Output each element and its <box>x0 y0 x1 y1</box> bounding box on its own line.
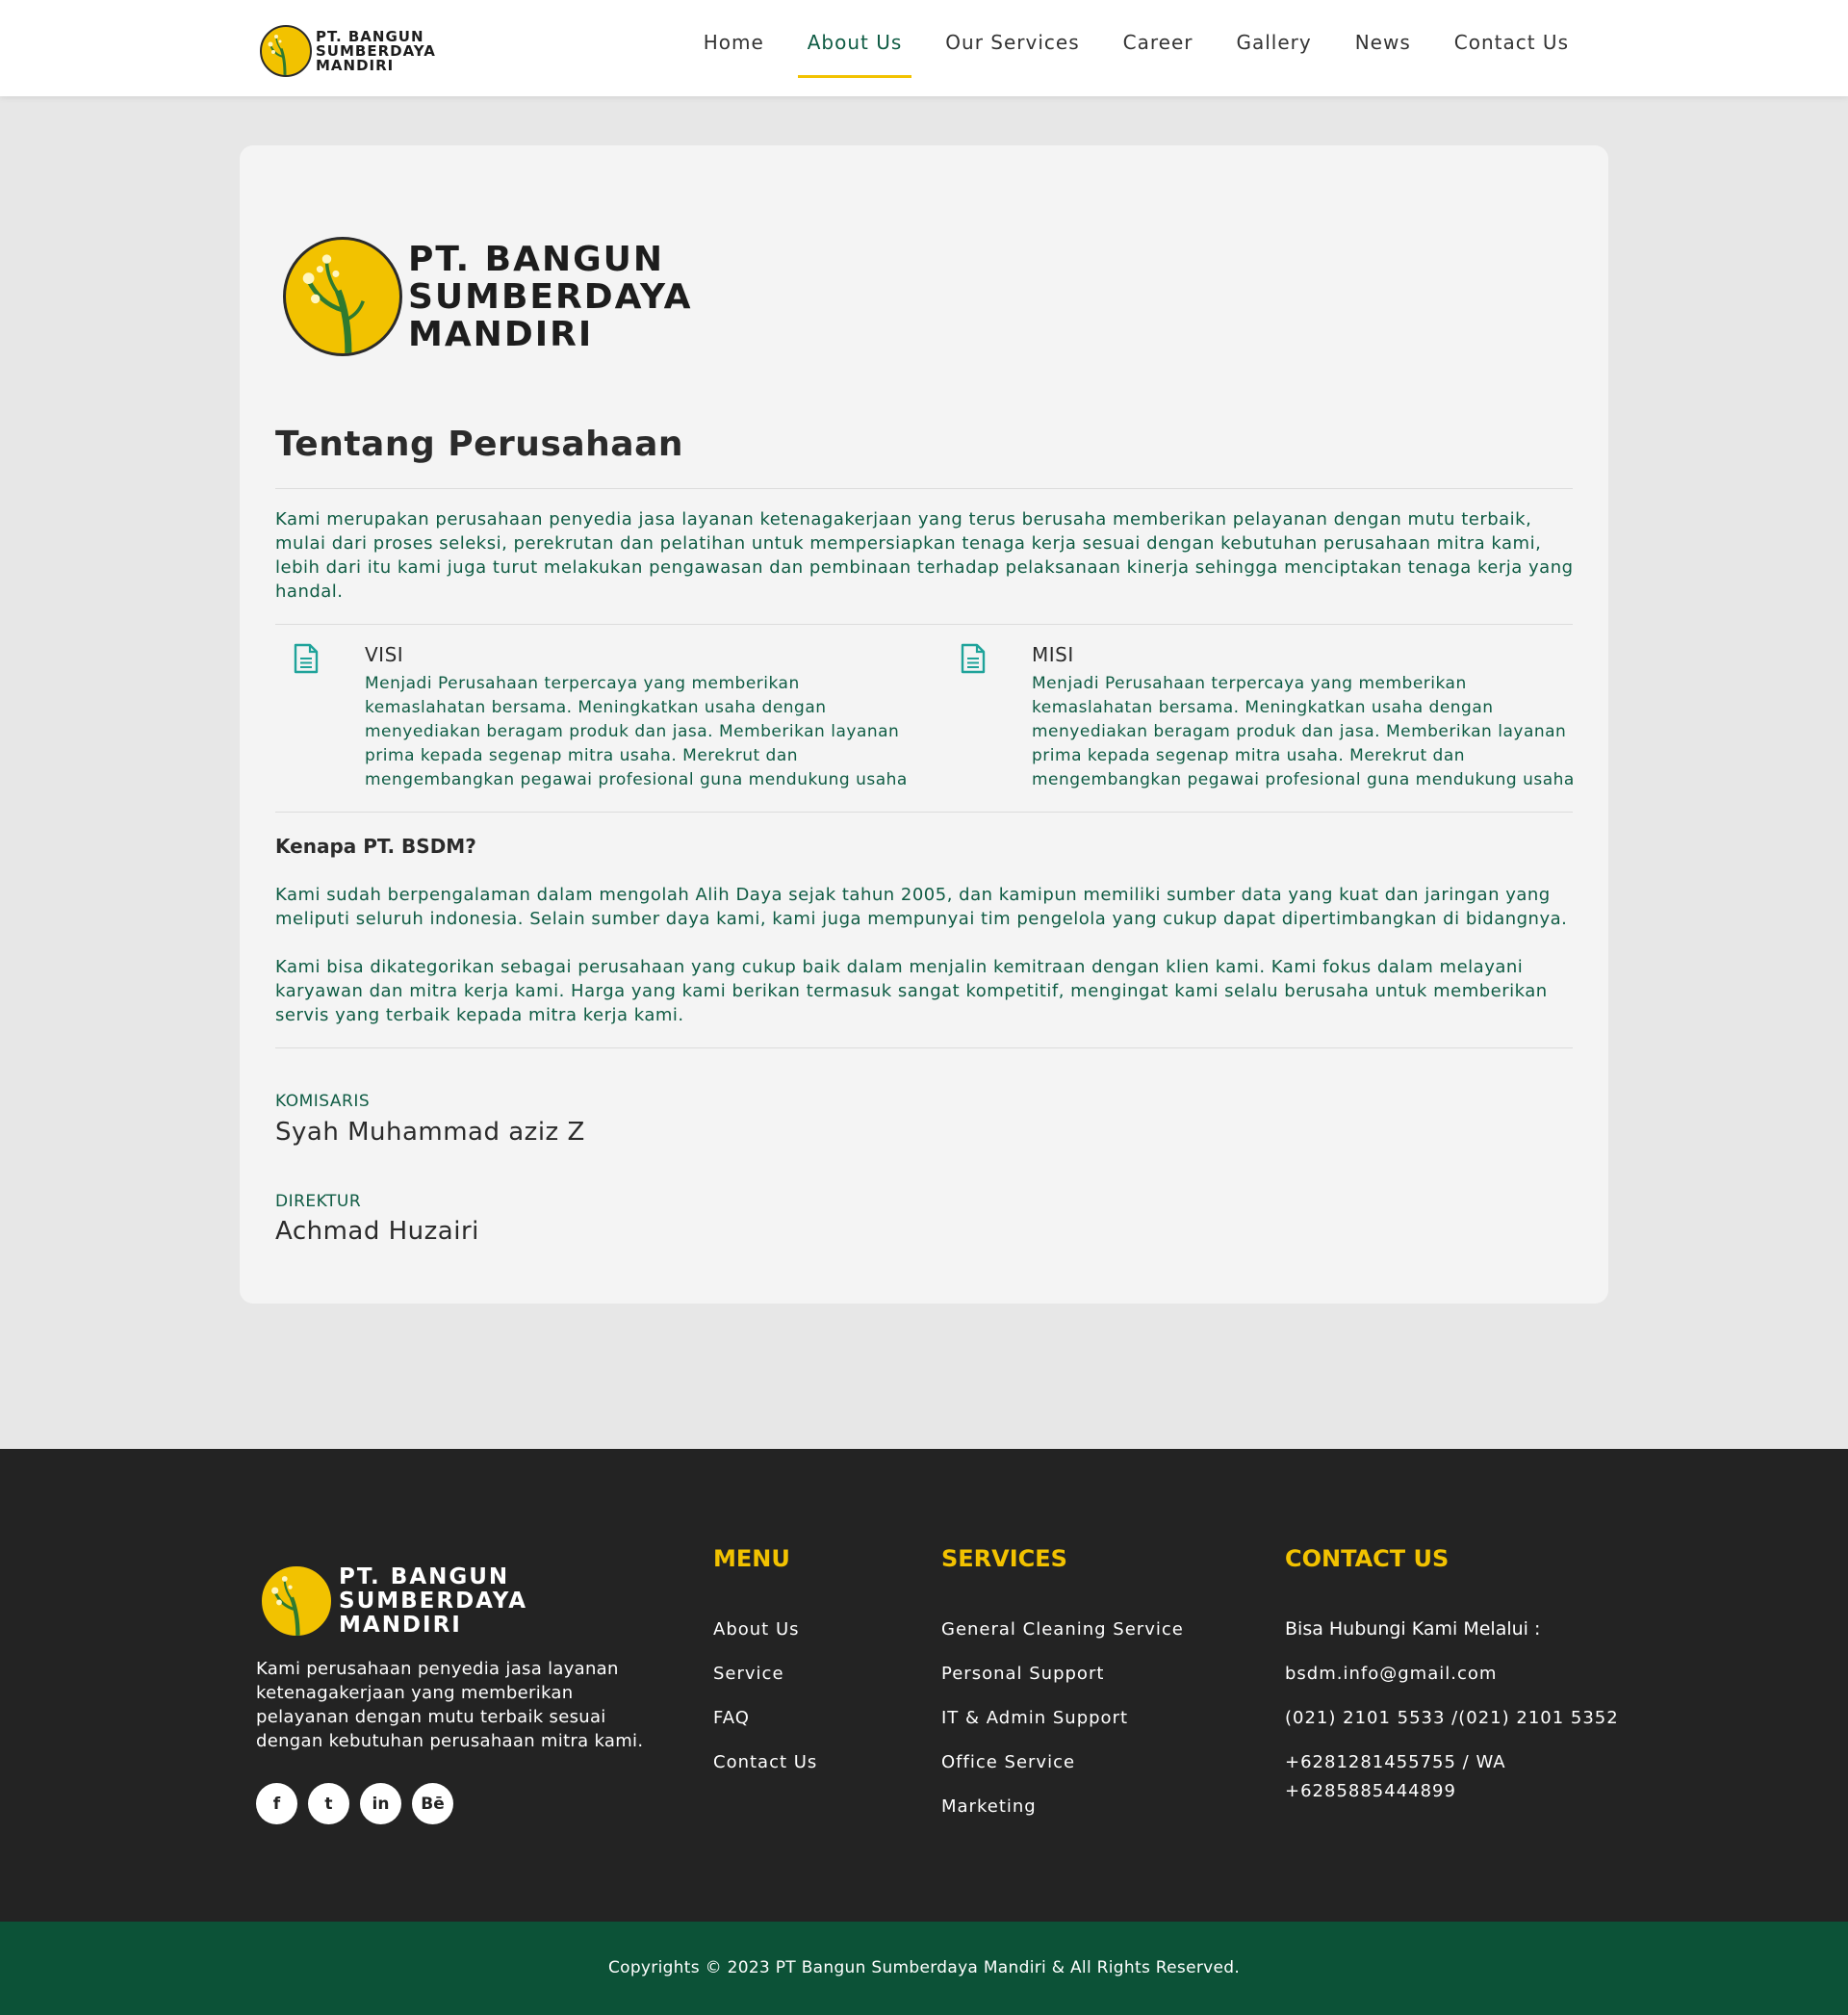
facebook-icon[interactable]: f <box>256 1783 297 1824</box>
header-logo[interactable]: PT. BANGUN SUMBERDAYA MANDIRI <box>260 25 436 77</box>
social-links: f t in Bē <box>256 1783 464 1824</box>
footer-service-office[interactable]: Office Service <box>941 1752 1075 1772</box>
nav-home[interactable]: Home <box>704 0 764 96</box>
site-header: PT. BANGUN SUMBERDAYA MANDIRI Home About… <box>0 0 1848 96</box>
footer-contact-title: CONTACT US <box>1285 1545 1450 1572</box>
footer-link-about-us[interactable]: About Us <box>713 1619 800 1640</box>
footer-service-marketing[interactable]: Marketing <box>941 1796 1037 1817</box>
logo-emblem-icon <box>260 25 312 77</box>
document-icon <box>960 643 987 674</box>
copyright-bar: Copyrights © 2023 PT Bangun Sumberdaya M… <box>0 1922 1848 2015</box>
footer-menu-title: MENU <box>713 1545 790 1572</box>
nav-contact-us[interactable]: Contact Us <box>1454 0 1569 96</box>
divider <box>275 624 1573 625</box>
footer-brand-name: PT. BANGUN SUMBERDAYA MANDIRI <box>339 1563 528 1638</box>
about-card: PT. BANGUN SUMBERDAYA MANDIRI Tentang Pe… <box>240 145 1608 1304</box>
site-footer: PT. BANGUN SUMBERDAYA MANDIRI Kami perus… <box>0 1449 1848 1922</box>
brand-name: PT. BANGUN SUMBERDAYA MANDIRI <box>316 27 436 74</box>
footer-wa-line-2[interactable]: +6285885444899 <box>1285 1781 1456 1801</box>
footer-link-faq[interactable]: FAQ <box>713 1708 750 1728</box>
logo-emblem-icon <box>260 1564 333 1638</box>
nav-career[interactable]: Career <box>1123 0 1194 96</box>
copyright-text: Copyrights © 2023 PT Bangun Sumberdaya M… <box>607 1958 1241 1977</box>
twitter-icon[interactable]: t <box>308 1783 349 1824</box>
why-paragraph-1: Kami sudah berpengalaman dalam mengolah … <box>275 885 1568 929</box>
document-icon <box>293 643 320 674</box>
company-intro: Kami merupakan perusahaan penyedia jasa … <box>275 509 1574 602</box>
main-nav: Home About Us Our Services Career Galler… <box>660 0 1569 96</box>
linkedin-icon[interactable]: in <box>360 1783 401 1824</box>
divider <box>275 1047 1573 1048</box>
visi-title: VISI <box>365 643 404 666</box>
nav-news[interactable]: News <box>1355 0 1411 96</box>
komisaris-label: KOMISARIS <box>275 1092 371 1111</box>
footer-wa-line-1[interactable]: +6281281455755 / WA <box>1285 1752 1506 1772</box>
footer-services-title: SERVICES <box>941 1545 1067 1572</box>
divider <box>275 812 1573 813</box>
nav-about-us[interactable]: About Us <box>797 0 911 96</box>
nav-our-services[interactable]: Our Services <box>945 0 1079 96</box>
footer-email[interactable]: bsdm.info@gmail.com <box>1285 1664 1497 1684</box>
direktur-label: DIREKTUR <box>275 1192 362 1211</box>
logo-emblem-icon <box>283 237 402 356</box>
misi-title: MISI <box>1032 643 1074 666</box>
why-heading: Kenapa PT. BSDM? <box>275 835 476 858</box>
footer-service-it-admin[interactable]: IT & Admin Support <box>941 1708 1128 1728</box>
footer-phone[interactable]: (021) 2101 5533 /(021) 2101 5352 <box>1285 1708 1619 1728</box>
footer-logo[interactable]: PT. BANGUN SUMBERDAYA MANDIRI <box>260 1564 527 1638</box>
footer-service-personal-support[interactable]: Personal Support <box>941 1664 1104 1684</box>
company-logo-text: PT. BANGUN SUMBERDAYA MANDIRI <box>408 239 693 354</box>
why-paragraph-2: Kami bisa dikategorikan sebagai perusaha… <box>275 957 1548 1025</box>
visi-text: Menjadi Perusahaan terpercaya yang membe… <box>365 674 908 789</box>
footer-link-service[interactable]: Service <box>713 1664 784 1684</box>
nav-gallery[interactable]: Gallery <box>1236 0 1311 96</box>
company-logo: PT. BANGUN SUMBERDAYA MANDIRI <box>283 237 693 356</box>
footer-link-contact-us[interactable]: Contact Us <box>713 1752 817 1772</box>
misi-text: Menjadi Perusahaan terpercaya yang membe… <box>1032 674 1575 789</box>
page-title: Tentang Perusahaan <box>275 425 684 464</box>
komisaris-name: Syah Muhammad aziz Z <box>275 1118 585 1147</box>
footer-service-general-cleaning[interactable]: General Cleaning Service <box>941 1619 1184 1640</box>
direktur-name: Achmad Huzairi <box>275 1217 479 1246</box>
divider <box>275 488 1573 489</box>
footer-about-text: Kami perusahaan penyedia jasa layanan ke… <box>256 1659 644 1751</box>
behance-icon[interactable]: Bē <box>412 1783 453 1824</box>
footer-contact-lead: Bisa Hubungi Kami Melalui : <box>1285 1618 1541 1640</box>
